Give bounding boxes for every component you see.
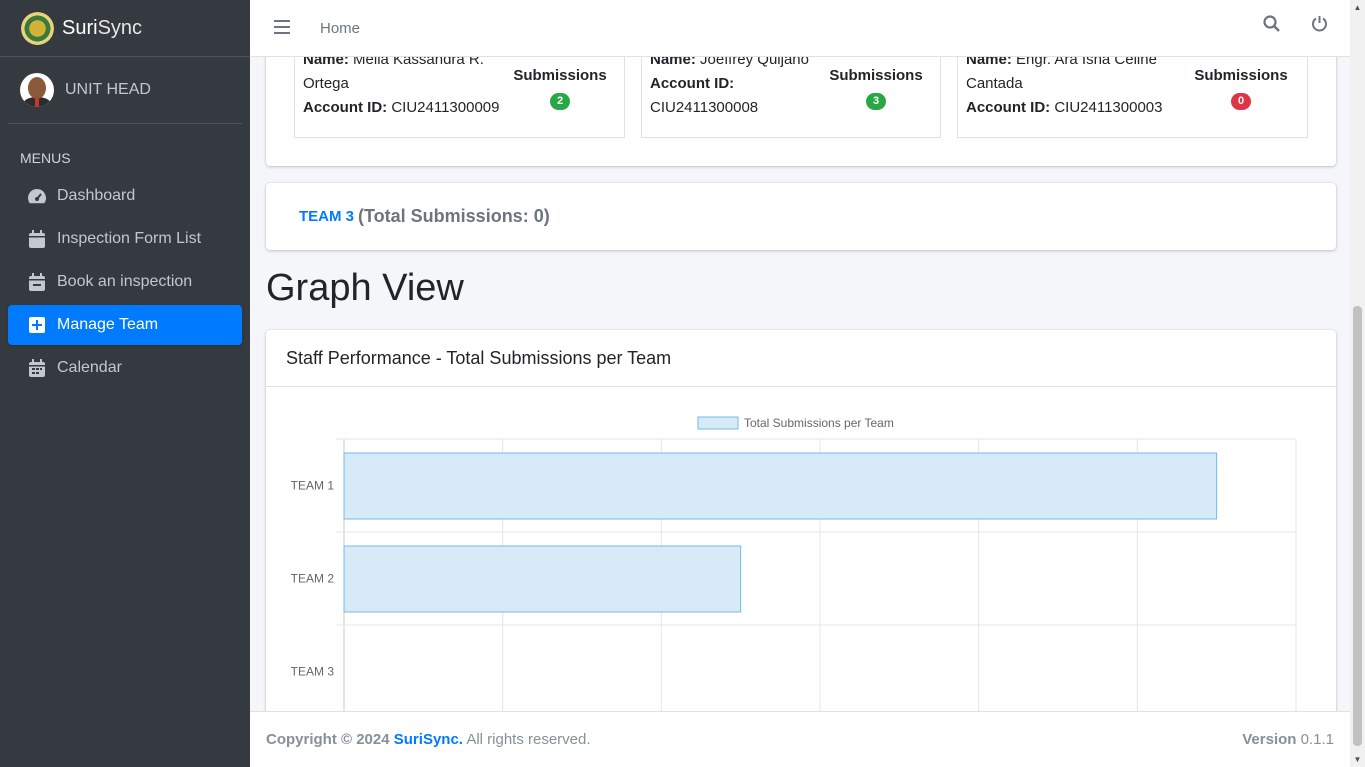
calendar-minus-icon: [27, 272, 47, 292]
account-id: CIU2411300008: [650, 99, 759, 116]
version-label: Version: [1242, 731, 1297, 748]
name-label: Name:: [303, 57, 349, 68]
staff-performance-card: Staff Performance - Total Submissions pe…: [266, 330, 1336, 711]
copyright-text: Copyright © 2024: [266, 731, 390, 748]
sidebar-item-manage-team[interactable]: Manage Team: [8, 305, 242, 345]
bar: [343, 545, 742, 613]
legend-swatch: [697, 416, 739, 430]
sidebar: SuriSync UNIT HEAD MENUS Dashboard Inspe…: [0, 0, 250, 767]
search-icon[interactable]: [1262, 14, 1280, 32]
submissions-badge: 2: [550, 93, 570, 110]
team3-link[interactable]: TEAM 3: [299, 208, 354, 225]
calendar-icon: [27, 229, 47, 249]
calendar-days-icon: [27, 358, 47, 378]
member-card: Name: Engr. Ara Isha Celine Cantada Acco…: [957, 57, 1308, 138]
sidebar-item-label: Dashboard: [57, 187, 136, 204]
team-members-card: Name: Mella Kassandra R. Ortega Account …: [266, 57, 1336, 166]
total-label: Total Submissions: [829, 57, 923, 84]
home-link[interactable]: Home: [320, 20, 360, 37]
avatar: [20, 73, 54, 107]
sidebar-item-label: Manage Team: [57, 316, 159, 333]
account-label: Account ID:: [650, 75, 735, 92]
footer-brand-link[interactable]: SuriSync.: [394, 731, 463, 748]
member-info: Name: Joeffrey Quijano Account ID: CIU24…: [650, 57, 825, 120]
total-submissions: Total Submissions 2: [509, 57, 611, 112]
chart-card-title: Staff Performance - Total Submissions pe…: [266, 330, 1336, 387]
footer: Copyright © 2024 SuriSync. All rights re…: [250, 711, 1350, 767]
version: Version 0.1.1: [1242, 731, 1334, 748]
account-id: CIU2411300009: [391, 99, 500, 116]
gauge-icon: [27, 186, 47, 206]
submissions-badge: 0: [1231, 93, 1251, 110]
user-role: UNIT HEAD: [65, 81, 151, 98]
sidebar-item-label: Calendar: [57, 359, 122, 376]
legend-label: Total Submissions per Team: [744, 416, 894, 430]
bar-chart: Total Submissions per Team TEAM 1 TEAM 2 TE…: [291, 416, 1297, 711]
brand[interactable]: SuriSync: [0, 0, 250, 57]
sidebar-item-label: Inspection Form List: [57, 230, 202, 247]
rights-text: All rights reserved.: [466, 731, 591, 748]
user-panel[interactable]: UNIT HEAD: [8, 57, 242, 124]
total-submissions: Total Submissions 3: [825, 57, 927, 112]
sidebar-item-book-inspection[interactable]: Book an inspection: [8, 262, 242, 302]
account-label: Account ID:: [966, 99, 1051, 116]
member-card: Name: Joeffrey Quijano Account ID: CIU24…: [641, 57, 941, 138]
sidebar-item-inspection-form-list[interactable]: Inspection Form List: [8, 219, 242, 259]
copyright: Copyright © 2024 SuriSync. All rights re…: [266, 731, 591, 748]
plus-square-icon: [27, 315, 47, 335]
team3-card: TEAM 3 (Total Submissions: 0): [266, 183, 1336, 250]
category-label: TEAM 1: [291, 479, 335, 493]
account-id: CIU2411300003: [1054, 99, 1163, 116]
hamburger-menu-icon[interactable]: [274, 18, 290, 39]
scroll-up-icon[interactable]: ▲: [1350, 0, 1365, 15]
sidebar-item-label: Book an inspection: [57, 273, 193, 290]
menu-header: MENUS: [20, 150, 71, 166]
total-submissions: Total Submissions 0: [1190, 57, 1292, 112]
team3-summary: (Total Submissions: 0): [358, 206, 550, 226]
version-number: 0.1.1: [1300, 731, 1334, 748]
brand-name: SuriSync: [62, 16, 143, 39]
submissions-badge: 3: [866, 93, 886, 110]
member-name: Joeffrey Quijano: [700, 57, 809, 68]
sidebar-item-dashboard[interactable]: Dashboard: [8, 176, 242, 216]
total-label: Total Submissions: [1194, 57, 1288, 84]
name-label: Name:: [650, 57, 696, 68]
name-label: Name:: [966, 57, 1012, 68]
scroll-down-icon[interactable]: ▼: [1350, 752, 1365, 767]
bar: [343, 452, 1218, 520]
scrollbar-thumb[interactable]: [1353, 306, 1362, 746]
brand-logo: [21, 11, 54, 45]
page-scrollbar[interactable]: ▲ ▼: [1350, 0, 1365, 767]
category-label: TEAM 2: [291, 572, 335, 586]
member-card: Name: Mella Kassandra R. Ortega Account …: [294, 57, 625, 138]
category-label: TEAM 3: [291, 665, 335, 679]
power-icon[interactable]: [1310, 14, 1328, 32]
sidebar-item-calendar[interactable]: Calendar: [8, 348, 242, 388]
top-navbar: Home: [250, 0, 1350, 57]
total-label: Total Submissions: [513, 57, 607, 84]
member-info: Name: Mella Kassandra R. Ortega Account …: [303, 57, 503, 120]
member-info: Name: Engr. Ara Isha Celine Cantada Acco…: [966, 57, 1181, 120]
account-label: Account ID:: [303, 99, 388, 116]
graph-view-title: Graph View: [266, 267, 464, 309]
main-content: Name: Mella Kassandra R. Ortega Account …: [250, 57, 1350, 711]
